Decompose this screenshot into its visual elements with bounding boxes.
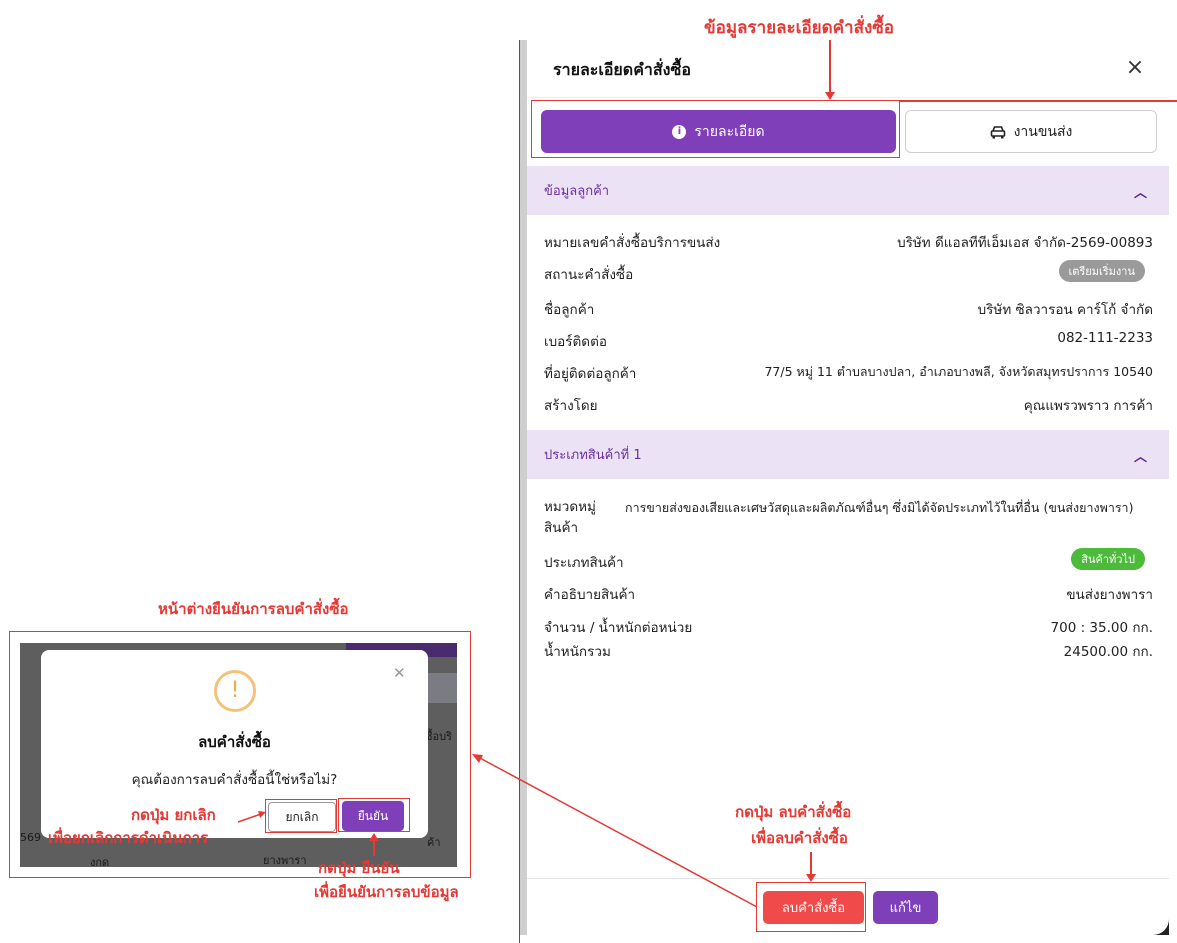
- annotation-cancel-note-2: เพื่อยกเลิกการดำเนินการ: [48, 829, 209, 847]
- annotation-confirm-note-1: กดปุ่ม ยืนยัน: [318, 859, 400, 877]
- annotation-arrowhead: [369, 833, 379, 841]
- dialog-title: ลบคำสั่งซื้อ: [198, 733, 271, 751]
- annotation-cancel-note-1: กดปุ่ม ยกเลิก: [131, 806, 216, 824]
- backdrop-text: ค้า: [427, 836, 441, 849]
- annotation-arrow: [237, 811, 266, 823]
- backdrop-text: 569: [20, 831, 41, 844]
- annotation-confirm-box: [338, 798, 410, 832]
- warning-icon: !: [214, 670, 256, 712]
- close-icon[interactable]: ✕: [393, 664, 406, 682]
- dialog-message: คุณต้องการลบคำสั่งซื้อนี้ใช่หรือไม่?: [131, 772, 338, 788]
- backdrop-text: ยางพารา: [263, 854, 307, 867]
- annotation-cancel-box: [265, 799, 337, 833]
- backdrop-text: ซื้อบริ: [425, 730, 452, 743]
- backdrop-text: งกด: [90, 856, 110, 867]
- annotation-dialog-title: หน้าต่างยืนยันการลบคำสั่งซื้อ: [158, 600, 349, 618]
- annotation-confirm-note-2: เพื่อยืนยันการลบข้อมูล: [314, 883, 459, 901]
- annotation-arrow: [373, 840, 375, 856]
